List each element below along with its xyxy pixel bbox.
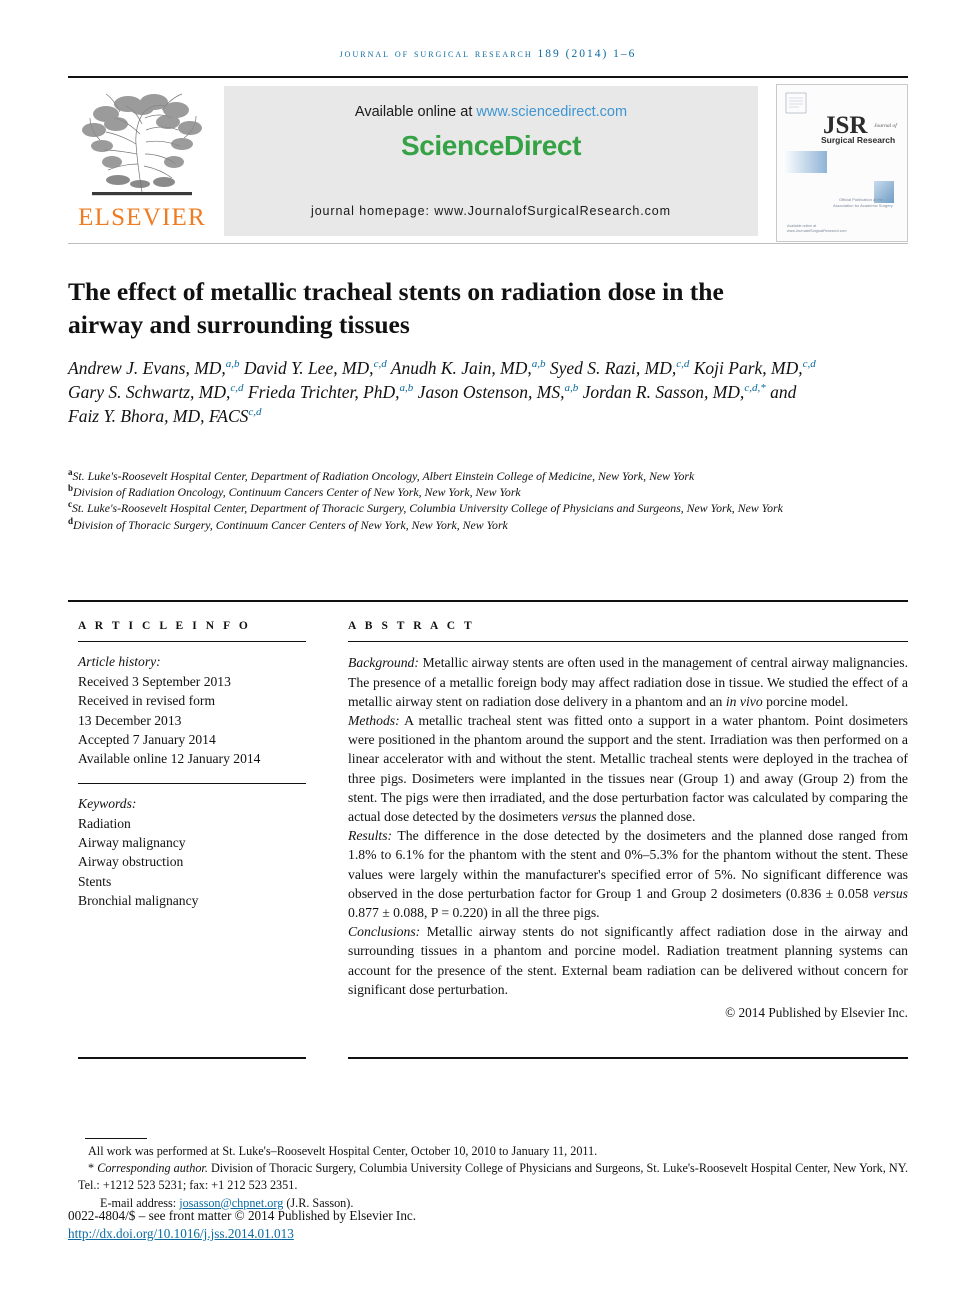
abstract-section: Conclusions: Metallic airway stents do n… bbox=[348, 924, 908, 997]
abstract-section-label: Conclusions: bbox=[348, 924, 421, 940]
footnote-rule bbox=[85, 1138, 147, 1140]
article-history-block: Article history: Received 3 September 20… bbox=[78, 652, 306, 768]
author-affiliation-marker: c,d bbox=[248, 406, 262, 419]
available-online-line: Available online at www.sciencedirect.co… bbox=[224, 104, 758, 120]
abstract-copyright: © 2014 Published by Elsevier Inc. bbox=[725, 1005, 908, 1021]
article-history-label: Article history: bbox=[78, 654, 161, 670]
keywords-rule bbox=[78, 782, 306, 785]
doi-link[interactable]: http://dx.doi.org/10.1016/j.jss.2014.01.… bbox=[68, 1226, 294, 1242]
article-info-column: A R T I C L E I N F O Article history: R… bbox=[78, 620, 306, 911]
abstract-rule bbox=[348, 641, 908, 643]
header-rule bbox=[68, 76, 908, 78]
abstract-section: Results: The difference in the dose dete… bbox=[348, 828, 908, 921]
abstract-section-label: Background: bbox=[348, 655, 419, 671]
keyword-item: Stents bbox=[78, 873, 112, 889]
article-history-item: Received in revised form bbox=[78, 693, 216, 709]
journal-homepage-line: journal homepage: www.JournalofSurgicalR… bbox=[311, 204, 671, 218]
abstract-section: Background: Metallic airway stents are o… bbox=[348, 655, 908, 709]
article-history-lines: Received 3 September 2013 Received in rev… bbox=[78, 672, 306, 769]
article-info-heading: A R T I C L E I N F O bbox=[78, 620, 251, 632]
author-affiliation-marker: c,d bbox=[802, 358, 816, 371]
latin-term: versus bbox=[873, 885, 908, 901]
latin-term: in vivo bbox=[725, 693, 763, 709]
issn-line: 0022-4804/$ – see front matter © 2014 Pu… bbox=[68, 1208, 417, 1223]
author-affiliation-marker: a,b bbox=[225, 358, 240, 371]
keywords-label: Keywords: bbox=[78, 796, 137, 812]
elsevier-logo: ELSEVIER bbox=[68, 84, 216, 240]
svg-text:Official Publication of the: Official Publication of the bbox=[839, 197, 884, 202]
author-affiliation-marker: a,b bbox=[564, 382, 579, 395]
keyword-item: Airway malignancy bbox=[78, 835, 186, 851]
corresponding-author-marker: * bbox=[88, 1161, 98, 1176]
corresponding-author-label: Corresponding author. bbox=[97, 1161, 208, 1176]
abstract-bottom-rule bbox=[348, 1057, 908, 1059]
affiliation-item: cSt. Luke's-Roosevelt Hospital Center, D… bbox=[68, 499, 783, 516]
author-affiliation-marker: a,b bbox=[531, 358, 546, 371]
author-affiliation-marker: a,b bbox=[399, 382, 414, 395]
latin-term: versus bbox=[561, 809, 597, 825]
masthead: ELSEVIER Available online at www.science… bbox=[68, 84, 908, 242]
affiliation-item: dDivision of Thoracic Surgery, Continuum… bbox=[68, 515, 508, 532]
keywords-lines: Radiation Airway malignancy Airway obstruc… bbox=[78, 814, 306, 911]
author-name: Jordan R. Sasson, MD, bbox=[582, 382, 745, 402]
keyword-item: Airway obstruction bbox=[78, 854, 184, 870]
article-history-item: Accepted 7 January 2014 bbox=[78, 732, 216, 748]
author-list: Andrew J. Evans, MD,a,b David Y. Lee, MD… bbox=[68, 356, 828, 428]
author-name: Syed S. Razi, MD, bbox=[549, 358, 677, 378]
journal-cover-thumbnail: JSR Journal of Surgical Research Officia… bbox=[776, 84, 908, 242]
affiliation-item: bDivision of Radiation Oncology, Continu… bbox=[68, 483, 521, 500]
author-name: Frieda Trichter, PhD, bbox=[247, 382, 400, 402]
article-info-bottom-rule bbox=[78, 1057, 306, 1059]
author-affiliation-marker: c,d bbox=[230, 382, 244, 395]
affiliation-marker: d bbox=[68, 515, 74, 526]
keyword-item: Radiation bbox=[78, 815, 131, 831]
author-affiliation-marker: c,d bbox=[373, 358, 387, 371]
svg-text:www.JournalofSurgicalResearch.: www.JournalofSurgicalResearch.com bbox=[787, 229, 847, 233]
sciencedirect-wordmark: ScienceDirect bbox=[400, 130, 581, 161]
author-name: Anudh K. Jain, MD, bbox=[390, 358, 532, 378]
keyword-item: Bronchial malignancy bbox=[78, 893, 199, 909]
page-title: The effect of metallic tracheal stents o… bbox=[68, 277, 724, 340]
footnote-corresponding-author: * Corresponding author. Division of Thor… bbox=[78, 1161, 908, 1193]
masthead-bottom-rule bbox=[68, 243, 908, 244]
affiliation-marker: c bbox=[68, 499, 72, 510]
journal-article-page: JOURNAL OF SURGICAL RESEARCH 189 (2014) … bbox=[0, 0, 975, 1305]
article-history-item: Available online 12 January 2014 bbox=[78, 751, 261, 767]
running-head: JOURNAL OF SURGICAL RESEARCH 189 (2014) … bbox=[339, 48, 637, 60]
author-name: Andrew J. Evans, MD, bbox=[68, 358, 226, 378]
abstract-section-label: Methods: bbox=[348, 713, 400, 728]
author-name: Gary S. Schwartz, MD, bbox=[68, 382, 231, 402]
abstract-heading: A B S T R A C T bbox=[348, 620, 475, 632]
abstract-body: Background: Metallic airway stents are o… bbox=[348, 653, 908, 999]
affiliation-list: aSt. Luke's-Roosevelt Hospital Center, D… bbox=[68, 468, 828, 533]
abstract-section-label: Results: bbox=[348, 828, 393, 844]
sciencedirect-banner: Available online at www.sciencedirect.co… bbox=[224, 86, 758, 236]
svg-text:Available online at: Available online at bbox=[787, 224, 816, 228]
author-name: Jason Ostenson, MS, bbox=[417, 382, 565, 402]
abstract-column: A B S T R A C T Background: Metallic air… bbox=[348, 620, 908, 1021]
author-name: Koji Park, MD, bbox=[693, 358, 803, 378]
author-name: David Y. Lee, MD, bbox=[243, 358, 374, 378]
article-info-rule bbox=[78, 641, 306, 643]
elsevier-wordmark: ELSEVIER bbox=[78, 204, 206, 231]
columns-top-rule bbox=[68, 600, 908, 602]
footnote-work-note: All work was performed at St. Luke's–Roo… bbox=[88, 1144, 598, 1158]
article-history-item: Received 3 September 2013 bbox=[78, 673, 231, 689]
svg-text:Journal of: Journal of bbox=[874, 122, 898, 129]
footnote-block: All work was performed at St. Luke's–Roo… bbox=[78, 1143, 908, 1212]
affiliation-item: aSt. Luke's-Roosevelt Hospital Center, D… bbox=[68, 467, 695, 483]
keywords-block: Keywords: Radiation Airway malignancy Airw… bbox=[78, 794, 306, 910]
svg-text:Association for Academic Surge: Association for Academic Surgery bbox=[833, 203, 893, 208]
elsevier-tree-icon bbox=[76, 88, 208, 204]
abstract-section: Methods: A metallic tracheal stent was f… bbox=[348, 713, 908, 825]
article-history-item: 13 December 2013 bbox=[78, 712, 182, 728]
author-affiliation-marker: c,d,* bbox=[744, 382, 766, 395]
affiliation-marker: b bbox=[68, 483, 74, 494]
available-online-text: Available online at bbox=[354, 104, 477, 120]
svg-text:Surgical Research: Surgical Research bbox=[821, 135, 895, 145]
sciencedirect-link[interactable]: www.sciencedirect.com bbox=[476, 104, 627, 120]
affiliation-marker: a bbox=[68, 467, 73, 478]
author-affiliation-marker: c,d bbox=[676, 358, 690, 371]
